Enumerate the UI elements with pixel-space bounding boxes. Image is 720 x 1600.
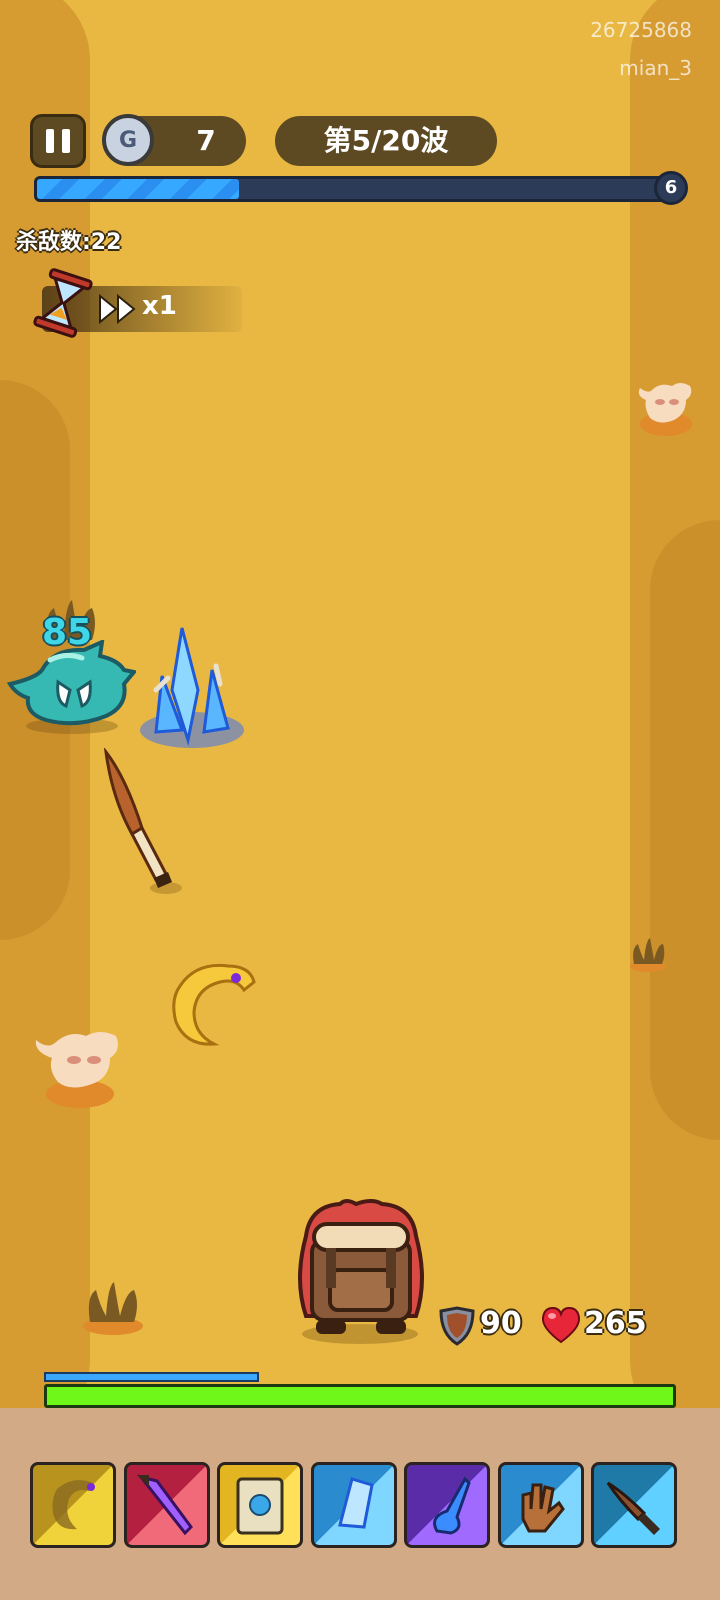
wave-progress-fill xyxy=(37,179,240,199)
pause-icon-bar xyxy=(62,129,70,153)
level-badge: 6 xyxy=(654,171,688,205)
teal-slime-enemy[interactable] xyxy=(6,640,136,736)
dry-bush-decor xyxy=(630,938,666,972)
skill-slot-ice-crystal[interactable] xyxy=(311,1462,397,1548)
blue-claw-icon xyxy=(433,1476,471,1535)
hp-value: 265 xyxy=(584,1306,647,1341)
skill-slot-purple-dagger[interactable] xyxy=(124,1462,210,1548)
kill-count: 杀敌数:22 xyxy=(16,230,122,255)
coin-counter: G 7 xyxy=(102,114,246,166)
golden-horn-icon xyxy=(52,1480,95,1530)
skull-decor xyxy=(35,1032,118,1108)
golden-horn-projectile xyxy=(172,963,256,1046)
ice-crystal-icon xyxy=(338,1477,374,1529)
battlefield: 85 xyxy=(0,0,720,1408)
watermark-user: mian_3 xyxy=(619,56,692,80)
spell-book-icon xyxy=(236,1477,284,1535)
watermark-id: 26725868 xyxy=(590,18,692,42)
mana-bar xyxy=(44,1372,259,1382)
wave-progress-bar xyxy=(34,176,672,202)
shield-icon xyxy=(439,1306,475,1346)
skill-slot-spell-book[interactable] xyxy=(217,1462,303,1548)
shield-value: 90 xyxy=(480,1306,522,1341)
skill-slot-leather-glove[interactable] xyxy=(498,1462,584,1548)
right-canyon-shadow xyxy=(650,520,720,1140)
wave-indicator: 第5/20波 xyxy=(275,116,497,166)
hp-bar xyxy=(44,1384,676,1408)
coin-icon: G xyxy=(102,114,154,166)
pause-icon xyxy=(46,129,54,153)
skill-slot-stone-knife[interactable] xyxy=(591,1462,677,1548)
ice-crystal-projectile xyxy=(140,627,244,748)
fast-forward-icon[interactable] xyxy=(98,294,138,324)
dry-bush-decor xyxy=(83,1282,143,1335)
coin-count: 7 xyxy=(196,124,216,157)
hp-bar-fill xyxy=(47,1387,673,1405)
stone-knife-projectile xyxy=(103,748,182,894)
skill-slot-golden-horn[interactable] xyxy=(30,1462,116,1548)
purple-dagger-icon xyxy=(137,1474,193,1536)
stone-knife-icon xyxy=(606,1481,660,1535)
damage-number: 85 xyxy=(42,612,93,653)
skill-slot-blue-claw[interactable] xyxy=(404,1462,490,1548)
skull-decor xyxy=(638,383,692,436)
pause-button[interactable] xyxy=(30,114,86,168)
hero-with-backpack[interactable] xyxy=(286,1196,436,1346)
speed-multiplier[interactable]: x1 xyxy=(142,291,177,321)
leather-glove-icon xyxy=(521,1483,565,1533)
heart-icon xyxy=(541,1306,581,1344)
